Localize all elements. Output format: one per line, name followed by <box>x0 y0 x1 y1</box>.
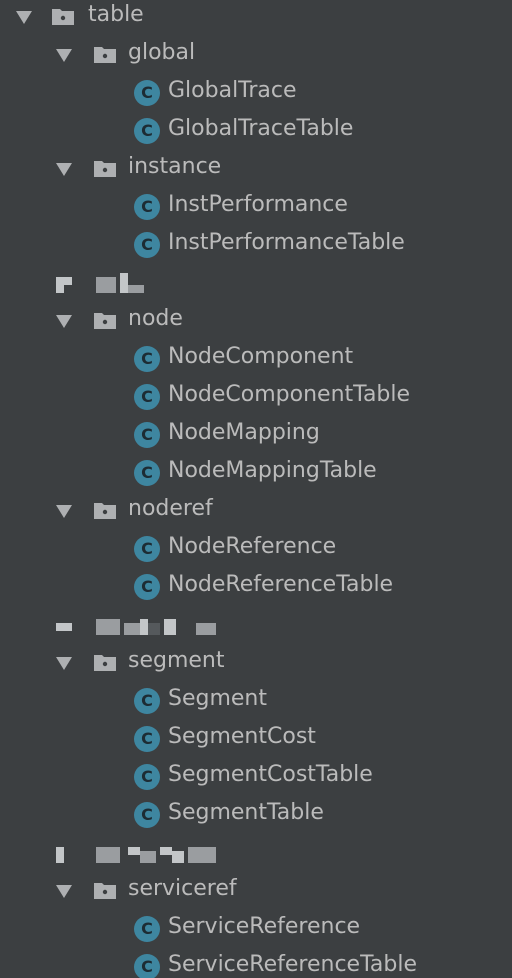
pixelated-block <box>128 847 140 855</box>
class-icon: C <box>134 80 160 106</box>
folder-icon <box>94 503 116 519</box>
tree-node-global[interactable]: global <box>0 36 512 74</box>
class-label: NodeReference <box>168 534 337 559</box>
pixelated-block <box>148 623 160 635</box>
redacted-tree-node <box>0 264 512 302</box>
folder-label: segment <box>128 648 225 673</box>
tree-class-item[interactable]: C NodeComponent <box>0 340 512 378</box>
pixelated-block <box>124 623 140 635</box>
class-icon: C <box>134 764 160 790</box>
pixelated-block <box>164 619 176 635</box>
class-label: GlobalTrace <box>168 78 297 103</box>
pixelated-block <box>128 285 144 293</box>
pixelated-block <box>196 623 216 635</box>
expand-arrow-icon[interactable] <box>56 505 72 518</box>
folder-label: serviceref <box>128 876 237 901</box>
pixelated-block <box>56 847 64 863</box>
expand-arrow-icon[interactable] <box>56 315 72 328</box>
pixelated-block <box>96 277 116 293</box>
pixelated-block <box>120 273 128 293</box>
class-label: SegmentCost <box>168 724 316 749</box>
pixelated-block <box>96 847 120 863</box>
tree-class-item[interactable]: C ServiceReferenceTable <box>0 948 512 978</box>
project-tree: table global C GlobalTrace C GlobalTrace… <box>0 0 512 978</box>
class-icon: C <box>134 916 160 942</box>
class-label: SegmentCostTable <box>168 762 373 787</box>
class-icon: C <box>134 346 160 372</box>
class-icon: C <box>134 232 160 258</box>
folder-label: instance <box>128 154 222 179</box>
pixelated-block <box>140 851 156 863</box>
folder-label: table <box>88 2 144 27</box>
pixelated-block <box>56 277 72 285</box>
folder-icon <box>94 883 116 899</box>
tree-node-segment[interactable]: segment <box>0 644 512 682</box>
folder-label: noderef <box>128 496 213 521</box>
class-icon: C <box>134 384 160 410</box>
folder-icon <box>94 47 116 63</box>
tree-node-instance[interactable]: instance <box>0 150 512 188</box>
class-icon: C <box>134 118 160 144</box>
class-icon: C <box>134 726 160 752</box>
folder-icon <box>94 655 116 671</box>
folder-label: global <box>128 40 196 65</box>
folder-label: node <box>128 306 183 331</box>
class-label: InstPerformance <box>168 192 348 217</box>
tree-node-node[interactable]: node <box>0 302 512 340</box>
class-label: NodeReferenceTable <box>168 572 394 597</box>
class-icon: C <box>134 688 160 714</box>
tree-class-item[interactable]: C NodeMapping <box>0 416 512 454</box>
redacted-tree-node <box>0 834 512 872</box>
tree-class-item[interactable]: C Segment <box>0 682 512 720</box>
tree-class-item[interactable]: C SegmentTable <box>0 796 512 834</box>
redacted-tree-node <box>0 606 512 644</box>
tree-class-item[interactable]: C SegmentCost <box>0 720 512 758</box>
pixelated-block <box>140 619 148 635</box>
pixelated-block <box>56 623 72 631</box>
folder-icon <box>94 161 116 177</box>
tree-class-item[interactable]: C GlobalTraceTable <box>0 112 512 150</box>
class-icon: C <box>134 536 160 562</box>
class-icon: C <box>134 460 160 486</box>
expand-arrow-icon[interactable] <box>56 163 72 176</box>
tree-class-item[interactable]: C NodeMappingTable <box>0 454 512 492</box>
class-icon: C <box>134 802 160 828</box>
class-label: NodeComponentTable <box>168 382 411 407</box>
class-label: NodeMappingTable <box>168 458 377 483</box>
pixelated-block <box>160 847 172 855</box>
tree-class-item[interactable]: C NodeComponentTable <box>0 378 512 416</box>
class-icon: C <box>134 194 160 220</box>
folder-icon <box>94 313 116 329</box>
class-icon: C <box>134 422 160 448</box>
tree-node-table[interactable]: table <box>0 0 512 36</box>
tree-class-item[interactable]: C NodeReference <box>0 530 512 568</box>
pixelated-block <box>96 619 120 635</box>
pixelated-block <box>56 285 64 293</box>
tree-class-item[interactable]: C InstPerformance <box>0 188 512 226</box>
expand-arrow-icon[interactable] <box>56 885 72 898</box>
class-icon: C <box>134 574 160 600</box>
tree-node-noderef[interactable]: noderef <box>0 492 512 530</box>
class-label: NodeComponent <box>168 344 354 369</box>
tree-class-item[interactable]: C SegmentCostTable <box>0 758 512 796</box>
tree-class-item[interactable]: C NodeReferenceTable <box>0 568 512 606</box>
class-label: NodeMapping <box>168 420 320 445</box>
class-label: GlobalTraceTable <box>168 116 354 141</box>
expand-arrow-icon[interactable] <box>56 657 72 670</box>
class-label: SegmentTable <box>168 800 324 825</box>
expand-arrow-icon[interactable] <box>56 49 72 62</box>
tree-class-item[interactable]: C GlobalTrace <box>0 74 512 112</box>
class-label: ServiceReference <box>168 914 361 939</box>
pixelated-block <box>172 851 184 863</box>
tree-node-serviceref[interactable]: serviceref <box>0 872 512 910</box>
expand-arrow-icon[interactable] <box>16 11 32 24</box>
class-label: InstPerformanceTable <box>168 230 405 255</box>
folder-icon <box>52 9 74 25</box>
tree-class-item[interactable]: C InstPerformanceTable <box>0 226 512 264</box>
pixelated-block <box>188 847 216 863</box>
tree-class-item[interactable]: C ServiceReference <box>0 910 512 948</box>
class-label: Segment <box>168 686 267 711</box>
class-label: ServiceReferenceTable <box>168 952 417 977</box>
class-icon: C <box>134 954 160 978</box>
